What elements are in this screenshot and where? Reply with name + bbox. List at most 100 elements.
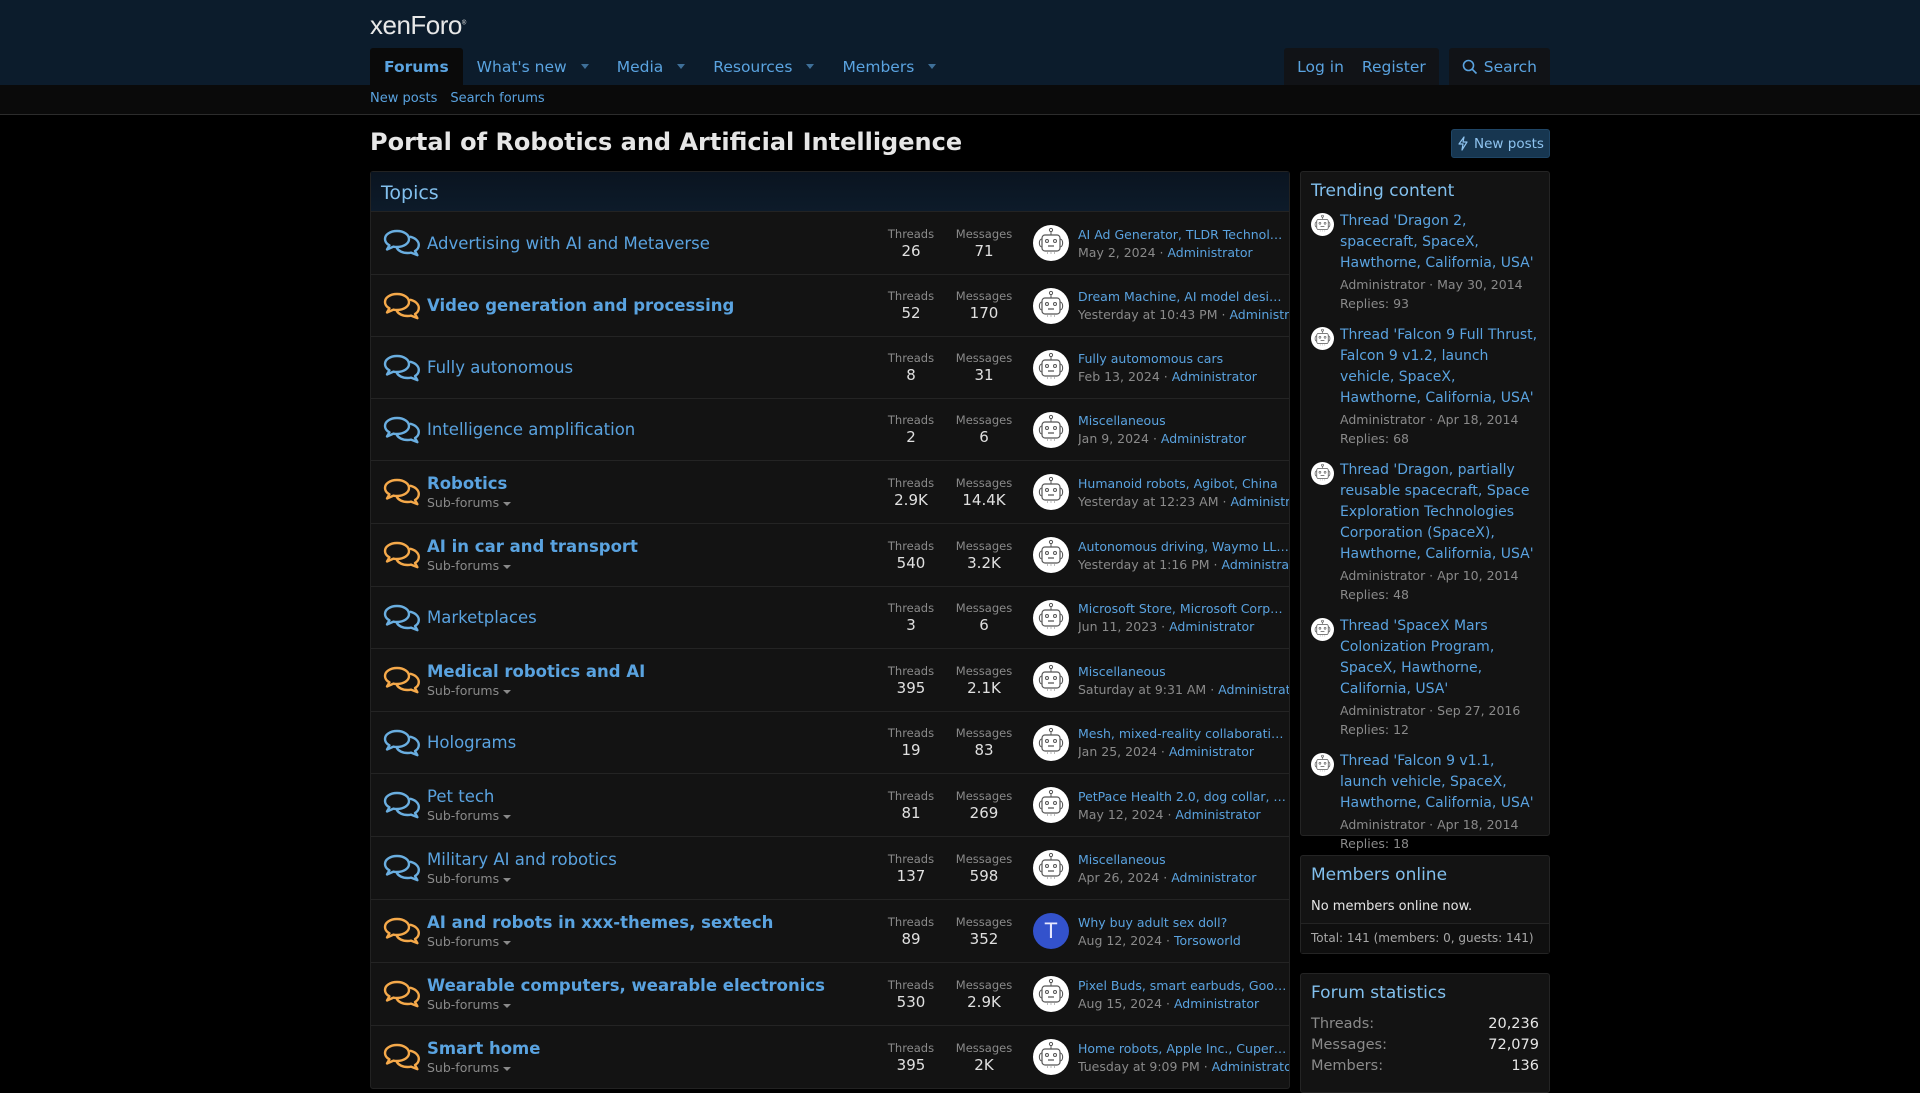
login-link[interactable]: Log in: [1288, 58, 1353, 76]
search-button[interactable]: Search: [1453, 58, 1546, 76]
avatar[interactable]: [1033, 1039, 1069, 1075]
subforums-toggle[interactable]: Sub-forums: [427, 558, 875, 573]
avatar[interactable]: [1033, 976, 1069, 1012]
last-post-date[interactable]: Feb 13, 2024: [1078, 369, 1160, 384]
avatar[interactable]: [1033, 662, 1069, 698]
last-post-date[interactable]: Yesterday at 12:23 AM: [1078, 494, 1219, 509]
forum-status-icon[interactable]: [371, 228, 427, 258]
last-post-date[interactable]: Apr 26, 2024: [1078, 870, 1159, 885]
last-post-title-link[interactable]: PetPace Health 2.0, dog collar, Petp...: [1078, 789, 1289, 804]
last-post-user-link[interactable]: Administrator: [1161, 431, 1246, 446]
last-post-user-link[interactable]: Administrator: [1212, 1059, 1289, 1074]
last-post-date[interactable]: Saturday at 9:31 AM: [1078, 682, 1206, 697]
chevron-down-icon[interactable]: [928, 64, 937, 69]
last-post-date[interactable]: Aug 15, 2024: [1078, 996, 1162, 1011]
subforums-toggle[interactable]: Sub-forums: [427, 997, 875, 1012]
site-logo[interactable]: xenForo®: [370, 10, 466, 41]
subforums-toggle[interactable]: Sub-forums: [427, 934, 875, 949]
forum-status-icon[interactable]: [371, 665, 427, 695]
last-post-user-link[interactable]: Administrator: [1169, 744, 1254, 759]
forum-status-icon[interactable]: [371, 853, 427, 883]
last-post-user-link[interactable]: Administrator: [1229, 307, 1289, 322]
last-post-date[interactable]: Aug 12, 2024: [1078, 933, 1162, 948]
trending-thread-link[interactable]: Thread 'Falcon 9 v1.1, launch vehicle, S…: [1340, 751, 1539, 814]
last-post-title-link[interactable]: Pixel Buds, smart earbuds, Google I...: [1078, 978, 1289, 993]
subforums-toggle[interactable]: Sub-forums: [427, 1060, 875, 1075]
register-link[interactable]: Register: [1353, 58, 1435, 76]
last-post-user-link[interactable]: Torsoworld: [1174, 933, 1241, 948]
forum-title-link[interactable]: Military AI and robotics: [427, 850, 875, 869]
last-post-title-link[interactable]: Miscellaneous: [1078, 664, 1289, 679]
new-posts-button[interactable]: New posts: [1451, 129, 1550, 158]
last-post-title-link[interactable]: Home robots, Apple Inc., Cupertino...: [1078, 1041, 1289, 1056]
trending-thread-link[interactable]: Thread 'Dragon, partially reusable space…: [1340, 460, 1539, 565]
last-post-date[interactable]: Jan 9, 2024: [1078, 431, 1149, 446]
forum-title-link[interactable]: AI and robots in xxx-themes, sextech: [427, 913, 875, 932]
last-post-title-link[interactable]: Dream Machine, AI model designe...: [1078, 289, 1289, 304]
category-header[interactable]: Topics: [371, 172, 1289, 212]
forum-status-icon[interactable]: [371, 540, 427, 570]
chevron-down-icon[interactable]: [677, 64, 686, 69]
avatar[interactable]: [1033, 787, 1069, 823]
last-post-user-link[interactable]: Administrator: [1169, 619, 1254, 634]
forum-status-icon[interactable]: [371, 1042, 427, 1072]
forum-status-icon[interactable]: [371, 477, 427, 507]
last-post-user-link[interactable]: Administrator: [1218, 682, 1289, 697]
forum-title-link[interactable]: Smart home: [427, 1039, 875, 1058]
last-post-user-link[interactable]: Administrator: [1167, 245, 1252, 260]
last-post-title-link[interactable]: AI Ad Generator, TLDR Technologie...: [1078, 227, 1289, 242]
avatar[interactable]: [1033, 411, 1069, 448]
subforums-toggle[interactable]: Sub-forums: [427, 683, 875, 698]
last-post-date[interactable]: Jan 25, 2024: [1078, 744, 1157, 759]
forum-status-icon[interactable]: [371, 603, 427, 633]
avatar[interactable]: [1311, 753, 1334, 776]
last-post-date[interactable]: Tuesday at 9:09 PM: [1078, 1059, 1200, 1074]
nav-tab-whats-new[interactable]: What's new: [463, 48, 603, 85]
last-post-title-link[interactable]: Humanoid robots, Agibot, China: [1078, 476, 1289, 491]
avatar[interactable]: [1033, 287, 1069, 324]
trending-thread-link[interactable]: Thread 'SpaceX Mars Colonization Program…: [1340, 616, 1539, 700]
avatar[interactable]: [1033, 724, 1069, 761]
chevron-down-icon[interactable]: [580, 64, 589, 69]
trending-thread-link[interactable]: Thread 'Falcon 9 Full Thrust, Falcon 9 v…: [1340, 325, 1539, 409]
forum-status-icon[interactable]: [371, 728, 427, 758]
forum-title-link[interactable]: Intelligence amplification: [427, 420, 875, 439]
last-post-date[interactable]: May 2, 2024: [1078, 245, 1156, 260]
last-post-title-link[interactable]: Fully automomous cars: [1078, 351, 1289, 366]
forum-status-icon[interactable]: [371, 415, 427, 445]
avatar[interactable]: [1311, 327, 1334, 350]
forum-title-link[interactable]: Medical robotics and AI: [427, 662, 875, 681]
last-post-title-link[interactable]: Miscellaneous: [1078, 852, 1289, 867]
avatar[interactable]: [1033, 474, 1069, 510]
avatar[interactable]: [1033, 225, 1069, 261]
forum-title-link[interactable]: Pet tech: [427, 787, 875, 806]
avatar[interactable]: [1033, 850, 1069, 886]
avatar[interactable]: [1311, 618, 1334, 641]
last-post-title-link[interactable]: Miscellaneous: [1078, 413, 1289, 428]
forum-status-icon[interactable]: [371, 790, 427, 820]
last-post-user-link[interactable]: Administrator: [1174, 996, 1259, 1011]
last-post-date[interactable]: Jun 11, 2023: [1078, 619, 1157, 634]
avatar[interactable]: [1033, 599, 1069, 636]
last-post-title-link[interactable]: Autonomous driving, Waymo LLC, ...: [1078, 539, 1289, 554]
trending-thread-link[interactable]: Thread 'Dragon 2, spacecraft, SpaceX, Ha…: [1340, 211, 1539, 274]
nav-tab-media[interactable]: Media: [603, 48, 700, 85]
nav-tab-forums[interactable]: Forums: [370, 48, 463, 85]
last-post-user-link[interactable]: Administrator: [1172, 369, 1257, 384]
forum-title-link[interactable]: Fully autonomous: [427, 358, 875, 377]
forum-title-link[interactable]: Wearable computers, wearable electronics: [427, 976, 875, 995]
subnav-search-forums[interactable]: Search forums: [450, 91, 544, 106]
forum-status-icon[interactable]: [371, 291, 427, 321]
last-post-date[interactable]: Yesterday at 1:16 PM: [1078, 557, 1210, 572]
last-post-user-link[interactable]: Administrator: [1230, 494, 1289, 509]
forum-title-link[interactable]: Robotics: [427, 474, 875, 493]
avatar[interactable]: [1033, 537, 1069, 573]
forum-title-link[interactable]: Advertising with AI and Metaverse: [427, 234, 875, 253]
forum-title-link[interactable]: AI in car and transport: [427, 537, 875, 556]
avatar[interactable]: [1033, 349, 1069, 386]
forum-title-link[interactable]: Holograms: [427, 733, 875, 752]
last-post-user-link[interactable]: Administrator: [1175, 807, 1260, 822]
members-online-title[interactable]: Members online: [1301, 856, 1549, 891]
last-post-user-link[interactable]: Administrator: [1171, 870, 1256, 885]
chevron-down-icon[interactable]: [806, 64, 815, 69]
